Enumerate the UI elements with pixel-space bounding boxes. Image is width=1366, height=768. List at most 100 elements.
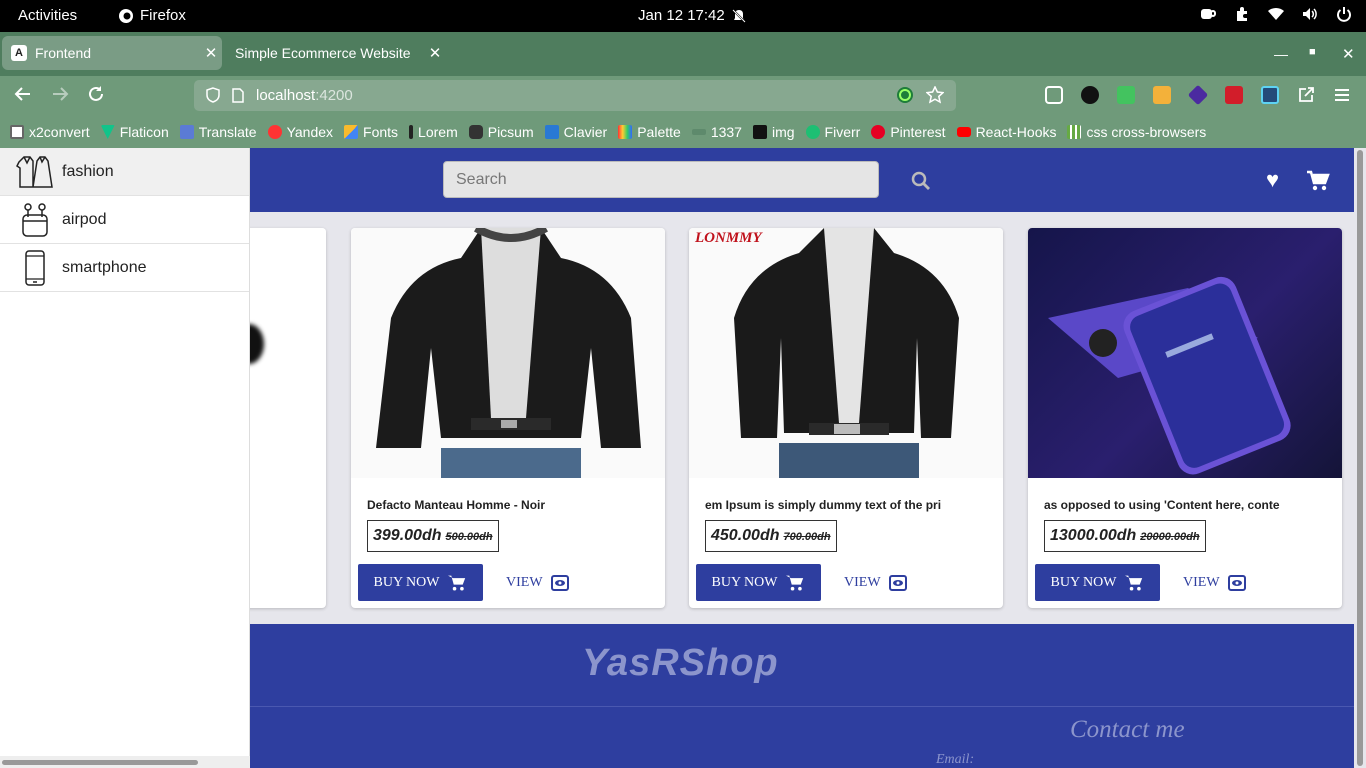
notifications-muted-icon — [732, 8, 746, 23]
product-card[interactable]: as opposed to using 'Content here, conte… — [1028, 228, 1342, 608]
sidenav-item-airpod[interactable]: airpod — [0, 196, 249, 244]
bookmark-item[interactable]: Pinterest — [871, 124, 946, 140]
cart-icon — [786, 575, 804, 591]
buy-now-button[interactable]: BUY NOW — [1035, 564, 1160, 601]
clock[interactable]: Jan 12 17:42 — [638, 7, 747, 24]
url-bar[interactable]: localhost:4200 — [194, 80, 956, 111]
browser-nav-bar: localhost:4200 — [0, 76, 1366, 116]
category-sidenav: fashion airpod smartphone — [0, 148, 250, 768]
url-text: localhost:4200 — [256, 87, 353, 104]
app-menu[interactable]: Firefox — [118, 7, 186, 24]
picsum-icon — [468, 125, 483, 139]
react-devtools-icon[interactable] — [1261, 86, 1279, 104]
shield-extension-icon[interactable] — [1117, 86, 1135, 104]
x2convert-icon — [10, 125, 24, 139]
cart-icon — [448, 575, 466, 591]
product-card[interactable]: LONMMY em Ipsum is simply dummy text of … — [689, 228, 1003, 608]
web-page: Search ♥ Defacto Manteau Homme - Noir 39… — [0, 148, 1366, 768]
product-image — [1028, 228, 1342, 478]
search-input[interactable]: Search — [443, 161, 879, 198]
bookmark-item[interactable]: css cross-browsers — [1067, 124, 1206, 140]
bookmark-label: x2convert — [29, 124, 90, 140]
bookmark-item[interactable]: Palette — [618, 124, 681, 140]
scrollbar-thumb[interactable] — [1357, 150, 1363, 766]
buy-now-button[interactable]: BUY NOW — [696, 564, 821, 601]
back-button[interactable] — [14, 85, 32, 107]
heart-icon[interactable]: ♥ — [1266, 169, 1279, 191]
close-tab-icon[interactable]: ✕ — [424, 44, 446, 62]
product-price: 399.00dh 500.00dh — [367, 520, 499, 552]
activities-button[interactable]: Activities — [18, 7, 77, 24]
view-button[interactable]: VIEW — [1183, 564, 1246, 601]
sidenav-item-smartphone[interactable]: smartphone — [0, 244, 249, 292]
vertical-scrollbar[interactable] — [1354, 148, 1366, 768]
buy-now-label: BUY NOW — [373, 574, 440, 590]
bookmark-item[interactable]: img — [752, 124, 795, 140]
airpod-icon — [22, 202, 48, 237]
bookmark-item[interactable]: Yandex — [267, 124, 333, 140]
bookmark-label: img — [771, 124, 795, 140]
product-name[interactable]: Defacto Manteau Homme - Noir — [367, 498, 657, 512]
view-button[interactable]: VIEW — [506, 564, 569, 601]
product-card[interactable]: Defacto Manteau Homme - Noir 399.00dh 500… — [351, 228, 665, 608]
sidenav-item-fashion[interactable]: fashion — [0, 148, 249, 196]
search-icon[interactable] — [910, 170, 932, 192]
color-picker-extension-icon[interactable] — [1225, 86, 1243, 104]
view-button[interactable]: VIEW — [844, 564, 907, 601]
old-price: 700.00dh — [783, 531, 831, 543]
extension-indicator-icon[interactable] — [896, 86, 914, 104]
bookmark-item[interactable]: 1337 — [691, 124, 742, 140]
bookmark-label: css cross-browsers — [1086, 124, 1207, 140]
bookmark-item[interactable]: Translate — [179, 124, 257, 140]
bookmark-item[interactable]: x2convert — [10, 124, 90, 140]
footer-brand: YasRShop — [582, 642, 779, 684]
bookmark-label: Palette — [637, 124, 681, 140]
close-window-button[interactable]: ✕ — [1342, 45, 1355, 63]
tab-frontend[interactable]: A Frontend ✕ — [2, 36, 222, 70]
maximize-button[interactable]: ■ — [1309, 46, 1316, 58]
cart-icon[interactable] — [1306, 170, 1330, 192]
open-external-icon[interactable] — [1297, 86, 1315, 104]
1337-icon — [691, 129, 706, 135]
forward-button[interactable] — [51, 85, 69, 107]
bookmark-item[interactable]: Lorem — [409, 124, 458, 140]
bookmark-item[interactable]: Flaticon — [100, 124, 169, 140]
sidenav-label: smartphone — [62, 258, 147, 276]
scrollbar-thumb[interactable] — [2, 760, 198, 765]
smartphone-icon — [25, 249, 45, 286]
reload-button[interactable] — [87, 85, 105, 107]
close-tab-icon[interactable]: ✕ — [200, 44, 222, 62]
tab-title: Frontend — [35, 45, 92, 61]
css-browsers-icon — [1067, 125, 1082, 139]
cookie-extension-icon[interactable] — [1153, 86, 1171, 104]
shield-icon — [206, 87, 220, 103]
bookmark-item[interactable]: React-Hooks — [956, 124, 1056, 140]
buy-now-button[interactable]: BUY NOW — [358, 564, 483, 601]
view-label: VIEW — [844, 574, 881, 590]
horizontal-scrollbar[interactable] — [0, 756, 250, 768]
diamond-extension-icon[interactable] — [1187, 84, 1209, 106]
translate-icon — [179, 125, 194, 139]
product-name[interactable]: em Ipsum is simply dummy text of the pri — [705, 498, 995, 512]
page-icon — [232, 88, 244, 103]
tab-ecommerce[interactable]: Simple Ecommerce Website ✕ — [226, 36, 446, 70]
yandex-icon — [267, 125, 282, 139]
bookmark-star-icon[interactable] — [926, 86, 944, 104]
bookmark-item[interactable]: Picsum — [468, 124, 534, 140]
bookmark-item[interactable]: Clavier — [544, 124, 607, 140]
bookmark-label: Picsum — [487, 124, 534, 140]
product-name[interactable]: as opposed to using 'Content here, conte — [1044, 498, 1334, 512]
gnome-extension-icon[interactable] — [1081, 86, 1099, 104]
pocket-icon[interactable] — [1045, 86, 1063, 104]
system-tray[interactable] — [1200, 6, 1352, 22]
view-label: VIEW — [1183, 574, 1220, 590]
bookmark-item[interactable]: Fonts — [344, 124, 398, 140]
fiverr-icon — [805, 125, 820, 139]
system-top-bar: Activities Firefox Jan 12 17:42 — [0, 0, 1366, 32]
bookmark-item[interactable]: Fiverr — [805, 124, 860, 140]
hamburger-menu-icon[interactable] — [1333, 86, 1351, 104]
app-name: Firefox — [140, 7, 186, 24]
eye-icon — [888, 574, 907, 591]
minimize-button[interactable]: — — [1274, 46, 1288, 62]
sidenav-label: fashion — [62, 162, 114, 180]
